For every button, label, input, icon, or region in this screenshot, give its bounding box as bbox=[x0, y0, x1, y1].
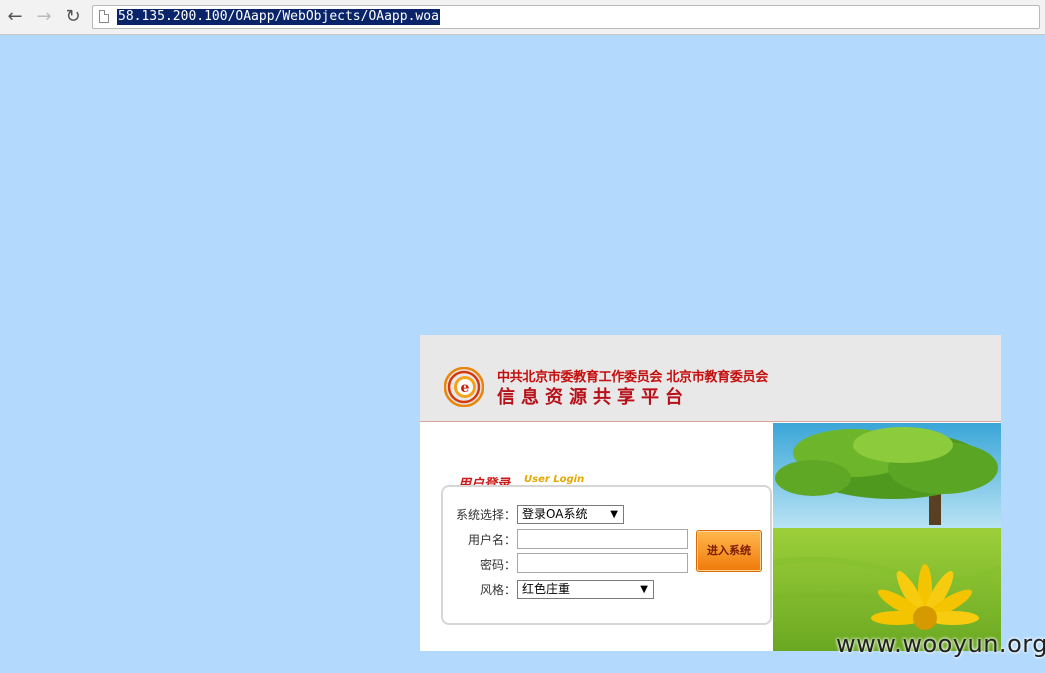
style-select[interactable]: 红色庄重 ▼ bbox=[517, 580, 654, 599]
style-label: 风格： bbox=[479, 583, 516, 597]
panel-header: e 中共北京市委教育工作委员会 北京市教育委员会 信息资源共享平台 bbox=[420, 335, 1001, 422]
page-icon bbox=[99, 10, 109, 23]
enter-system-button[interactable]: 进入系统 bbox=[696, 530, 762, 572]
password-input[interactable] bbox=[517, 553, 688, 573]
password-label: 密码： bbox=[479, 558, 516, 572]
header-platform-title: 信息资源共享平台 bbox=[497, 387, 689, 408]
username-input[interactable] bbox=[517, 529, 688, 549]
login-subtitle: User Login bbox=[524, 474, 585, 485]
url-text[interactable]: 58.135.200.100/OAapp/WebObjects/OAapp.wo… bbox=[117, 9, 440, 25]
browser-toolbar: ← → ↻ 58.135.200.100/OAapp/WebObjects/OA… bbox=[0, 0, 1045, 35]
tree-scenery-image bbox=[773, 423, 1001, 651]
address-bar[interactable]: 58.135.200.100/OAapp/WebObjects/OAapp.wo… bbox=[92, 5, 1040, 29]
style-select-value: 红色庄重 bbox=[522, 582, 571, 596]
login-panel: e 中共北京市委教育工作委员会 北京市教育委员会 信息资源共享平台 用户登录 U… bbox=[420, 335, 1001, 651]
username-label: 用户名： bbox=[467, 533, 516, 547]
dropdown-arrow-icon: ▼ bbox=[610, 509, 618, 520]
system-select[interactable]: 登录OA系统 ▼ bbox=[517, 505, 624, 524]
watermark: www.wooyun.org bbox=[836, 630, 1045, 658]
svg-text:e: e bbox=[461, 380, 470, 396]
e-logo-icon: e bbox=[444, 367, 484, 407]
forward-icon[interactable]: → bbox=[33, 6, 55, 28]
system-label: 系统选择： bbox=[455, 508, 516, 522]
system-select-value: 登录OA系统 bbox=[522, 507, 588, 521]
dropdown-arrow-icon: ▼ bbox=[640, 584, 648, 595]
reload-icon[interactable]: ↻ bbox=[62, 6, 84, 28]
back-icon[interactable]: ← bbox=[4, 6, 26, 28]
